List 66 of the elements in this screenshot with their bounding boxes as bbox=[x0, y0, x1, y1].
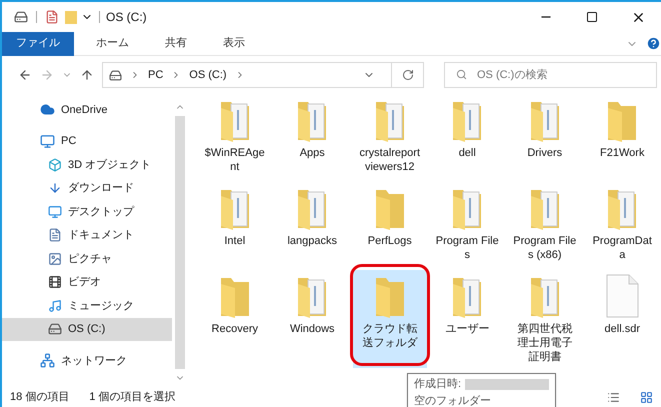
drive-icon bbox=[48, 322, 62, 336]
sidebar-item[interactable]: ミュージック bbox=[2, 294, 172, 318]
refresh-icon[interactable] bbox=[402, 69, 414, 81]
up-icon[interactable] bbox=[80, 68, 94, 82]
file-item[interactable]: クラウド転送フォルダ bbox=[352, 270, 427, 368]
ribbon-tab[interactable]: ホーム bbox=[82, 32, 143, 56]
file-item[interactable]: Windows bbox=[275, 270, 350, 368]
tooltip-text: 空のフォルダー bbox=[414, 394, 492, 407]
selection-count: 1 個の項目を選択 bbox=[89, 390, 176, 405]
drive-icon bbox=[14, 10, 28, 24]
details-view-icon[interactable] bbox=[607, 390, 620, 404]
file-item[interactable]: crystalreportviewers12 bbox=[352, 94, 427, 178]
large-icons-view-icon[interactable] bbox=[640, 390, 653, 404]
sidebar-item[interactable]: OS (C:) bbox=[2, 318, 172, 341]
file-item[interactable]: Drivers bbox=[508, 94, 582, 178]
drive-icon bbox=[109, 68, 122, 82]
address-bar[interactable]: PC OS (C:) bbox=[102, 62, 424, 88]
monitor-icon bbox=[40, 134, 55, 149]
file-item[interactable]: Recovery bbox=[198, 270, 272, 368]
monitor-icon bbox=[48, 204, 62, 219]
cube-icon bbox=[48, 158, 62, 172]
sidebar-item[interactable]: OneDrive bbox=[2, 98, 172, 122]
file-item[interactable]: F21Work bbox=[585, 94, 660, 178]
file-item[interactable]: $WinREAgent bbox=[198, 94, 272, 178]
search-field[interactable]: OS (C:)の検索 bbox=[444, 62, 657, 88]
search-icon bbox=[456, 69, 467, 80]
properties-icon bbox=[45, 10, 59, 24]
file-item[interactable]: ProgramData bbox=[585, 182, 660, 266]
file-item[interactable]: ユーザー bbox=[430, 270, 504, 368]
breadcrumb-item[interactable]: OS (C:) bbox=[189, 66, 227, 84]
ribbon-tab[interactable]: 表示 bbox=[209, 32, 259, 56]
music-icon bbox=[48, 298, 62, 313]
film-icon bbox=[48, 275, 62, 290]
ribbon-tab[interactable]: ファイル bbox=[2, 32, 74, 56]
sidebar-item[interactable]: PC bbox=[2, 130, 172, 153]
file-item[interactable]: dell bbox=[430, 94, 504, 178]
tooltip-text: 作成日時: bbox=[414, 377, 462, 392]
window-title: OS (C:) bbox=[106, 9, 147, 26]
document-icon bbox=[48, 228, 62, 242]
file-item[interactable]: 第四世代税理士用電子証明書 bbox=[508, 270, 582, 368]
file-item[interactable]: Program Files (x86) bbox=[508, 182, 582, 266]
sidebar-item[interactable]: デスクトップ bbox=[2, 200, 172, 224]
image-icon bbox=[48, 252, 62, 266]
file-item[interactable]: PerfLogs bbox=[352, 182, 427, 266]
file-item[interactable]: Apps bbox=[275, 94, 350, 178]
back-icon[interactable] bbox=[18, 68, 32, 82]
network-icon bbox=[40, 353, 55, 368]
ribbon-tab[interactable]: 共有 bbox=[151, 32, 201, 56]
download-icon bbox=[48, 181, 62, 196]
help-icon[interactable] bbox=[646, 36, 661, 51]
sidebar-item[interactable]: ダウンロード bbox=[2, 176, 172, 200]
sidebar-item[interactable]: 3D オブジェクト bbox=[2, 153, 172, 176]
file-item[interactable]: Program Files bbox=[430, 182, 504, 266]
sidebar-item[interactable]: ネットワーク bbox=[2, 349, 172, 372]
breadcrumb-item[interactable]: PC bbox=[148, 66, 164, 84]
sidebar-item[interactable]: ピクチャ bbox=[2, 247, 172, 270]
maximize-icon bbox=[586, 11, 598, 23]
folder-icon bbox=[65, 10, 77, 24]
document-icon bbox=[605, 274, 640, 318]
file-item[interactable]: langpacks bbox=[275, 182, 350, 266]
cloud-icon bbox=[40, 102, 55, 118]
sidebar-item[interactable]: ドキュメント bbox=[2, 224, 172, 247]
item-count: 18 個の項目 bbox=[10, 390, 70, 405]
sidebar-item[interactable]: ビデオ bbox=[2, 270, 172, 294]
file-item[interactable]: Intel bbox=[198, 182, 272, 266]
file-item[interactable]: dell.sdr bbox=[585, 270, 660, 368]
